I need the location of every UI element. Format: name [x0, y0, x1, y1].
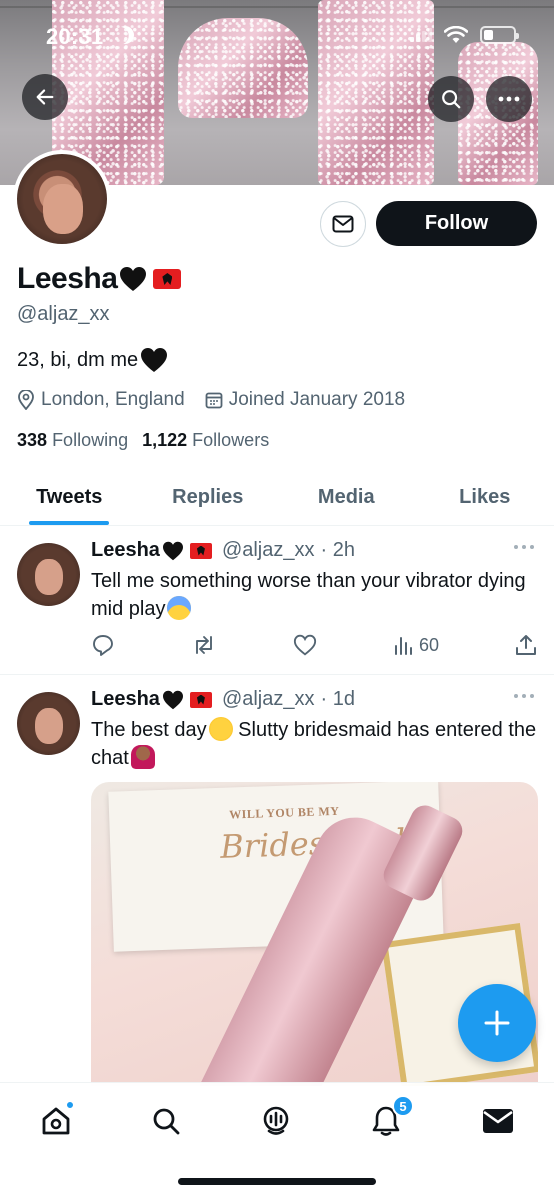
- more-horizontal-icon: [498, 96, 520, 102]
- cellular-signal-icon: [410, 28, 432, 42]
- black-heart-emoji: [120, 267, 147, 291]
- tweet-header: Leesha @aljaz_xx · 1d: [91, 688, 355, 711]
- bar-chart-icon: [394, 637, 412, 655]
- reply-icon: [93, 635, 113, 656]
- share-button[interactable]: [515, 634, 537, 656]
- tweet-avatar[interactable]: [17, 543, 80, 606]
- tweet-more-button[interactable]: [514, 694, 534, 698]
- reply-button[interactable]: [91, 633, 115, 657]
- tab-media[interactable]: Media: [277, 470, 416, 525]
- nav-home[interactable]: [36, 1101, 76, 1141]
- home-indicator: [178, 1178, 376, 1185]
- card-heading: WILL YOU BE MY: [228, 803, 340, 822]
- black-heart-emoji: [162, 541, 183, 560]
- albania-flag-emoji: [153, 269, 182, 289]
- joined-text: Joined January 2018: [228, 389, 406, 410]
- black-heart-emoji: [162, 690, 183, 709]
- following-count: 338: [17, 430, 48, 450]
- retweet-icon: [196, 636, 212, 654]
- tweet-text-body: Tell me something worse than your vibrat…: [91, 570, 526, 620]
- profile-handle: @aljaz_xx: [17, 303, 110, 325]
- back-button[interactable]: [22, 74, 68, 120]
- heart-outline-icon: [293, 634, 317, 656]
- follow-button[interactable]: Follow: [376, 201, 537, 246]
- envelope-icon: [332, 215, 354, 233]
- tweet-author-name[interactable]: Leesha: [91, 688, 160, 711]
- location-item: London, England: [17, 389, 185, 411]
- followers-label: Followers: [192, 430, 270, 450]
- black-heart-emoji: [141, 348, 168, 372]
- joined-item: Joined January 2018: [205, 389, 405, 411]
- notifications-badge: 5: [392, 1095, 414, 1117]
- following-link[interactable]: 338 Following: [17, 430, 128, 451]
- profile-meta: London, England Joined January 2018: [17, 389, 405, 411]
- tweet-text-body: The best day: [91, 719, 207, 741]
- views-count: 60: [418, 634, 439, 655]
- tweet-time: · 1d: [320, 688, 355, 710]
- profile-name-row: Leesha: [17, 262, 182, 296]
- tweet-author-name[interactable]: Leesha: [91, 539, 160, 562]
- tab-likes[interactable]: Likes: [416, 470, 554, 525]
- tab-tweets[interactable]: Tweets: [0, 470, 139, 525]
- tweet-time: · 2h: [320, 539, 355, 561]
- like-button[interactable]: [293, 634, 317, 656]
- tweet-author-handle: @aljaz_xx: [221, 688, 315, 710]
- anxious-face-emoji: [167, 596, 192, 620]
- message-button[interactable]: [320, 201, 366, 247]
- tweet-avatar[interactable]: [17, 692, 80, 755]
- following-label: Following: [52, 430, 129, 450]
- nav-notifications[interactable]: 5: [366, 1095, 414, 1141]
- microphone-spaces-icon: [263, 1106, 289, 1135]
- follow-counts: 338 Following 1,122 Followers: [17, 430, 269, 451]
- tweet-text: The best day Slutty bridesmaid has enter…: [91, 716, 541, 772]
- search-icon: [153, 1108, 180, 1135]
- location-text: London, England: [41, 389, 185, 410]
- followers-link[interactable]: 1,122 Followers: [142, 430, 269, 451]
- more-options-button[interactable]: [486, 76, 532, 122]
- status-icons: [410, 26, 519, 44]
- home-new-indicator: [66, 1101, 74, 1109]
- envelope-icon: [483, 1109, 513, 1133]
- location-pin-icon: [18, 390, 34, 410]
- arrow-left-icon: [36, 89, 54, 105]
- nav-messages[interactable]: [478, 1101, 518, 1141]
- followers-count: 1,122: [142, 430, 188, 450]
- tweet-actions: 60: [91, 633, 537, 657]
- tweet-author-handle: @aljaz_xx: [221, 539, 315, 561]
- tweet-item[interactable]: Leesha @aljaz_xx · 2h Tell me something …: [0, 527, 554, 675]
- banner-garment: [178, 18, 308, 118]
- wifi-icon: [444, 26, 468, 43]
- pleading-face-emoji: [208, 717, 233, 741]
- home-icon: [42, 1107, 70, 1135]
- tweet-header: Leesha @aljaz_xx · 2h: [91, 539, 355, 562]
- share-icon: [515, 635, 536, 655]
- views-button[interactable]: 60: [393, 635, 439, 656]
- bio-text: 23, bi, dm me: [17, 348, 139, 371]
- tab-replies[interactable]: Replies: [139, 470, 278, 525]
- calendar-icon: [205, 392, 223, 409]
- nav-search[interactable]: [146, 1101, 186, 1141]
- search-button[interactable]: [428, 76, 474, 122]
- battery-icon: [480, 26, 519, 44]
- profile-tabs: Tweets Replies Media Likes: [0, 470, 554, 526]
- profile-avatar[interactable]: [13, 150, 111, 248]
- search-icon: [442, 90, 461, 109]
- profile-bio: 23, bi, dm me: [17, 347, 168, 373]
- status-time: 20:31: [46, 24, 104, 49]
- albania-flag-emoji: [189, 691, 212, 708]
- plus-icon: [484, 1010, 510, 1036]
- tweet-more-button[interactable]: [514, 545, 534, 549]
- nav-spaces[interactable]: [256, 1101, 296, 1141]
- compose-tweet-button[interactable]: [458, 984, 536, 1062]
- retweet-button[interactable]: [191, 633, 217, 657]
- profile-name: Leesha: [17, 262, 118, 295]
- tweet-text: Tell me something worse than your vibrat…: [91, 567, 541, 623]
- woman-tipping-hand-emoji: [130, 745, 155, 769]
- albania-flag-emoji: [189, 542, 212, 559]
